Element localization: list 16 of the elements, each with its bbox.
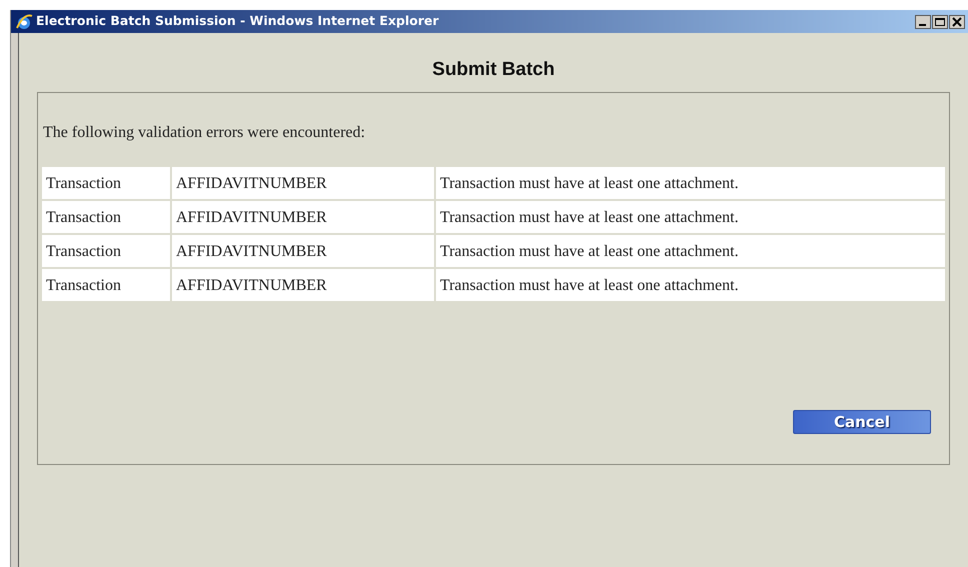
error-message: The following validation errors were encountered: — [43, 122, 366, 143]
field-name-cell: AFFIDAVITNUMBER — [172, 200, 434, 233]
window-title: Electronic Batch Submission - Windows Internet Explorer — [36, 12, 439, 30]
field-name-cell: AFFIDAVITNUMBER — [172, 268, 434, 301]
field-name-cell: AFFIDAVITNUMBER — [172, 166, 434, 199]
error-description-cell: Transaction must have at least one attachment. — [436, 234, 945, 267]
error-description-cell: Transaction must have at least one attachment. — [436, 268, 945, 301]
error-level-cell: Transaction — [42, 166, 170, 199]
error-level-cell: Transaction — [42, 234, 170, 267]
error-level-cell: Transaction — [42, 268, 170, 301]
error-level-cell: Transaction — [42, 200, 170, 233]
error-description-cell: Transaction must have at least one attachment. — [436, 166, 945, 199]
field-name-cell: AFFIDAVITNUMBER — [172, 234, 434, 267]
page-heading: Submit Batch — [431, 59, 556, 82]
cancel-button[interactable]: Cancel — [793, 410, 931, 434]
error-description-cell: Transaction must have at least one attachment. — [436, 200, 945, 233]
